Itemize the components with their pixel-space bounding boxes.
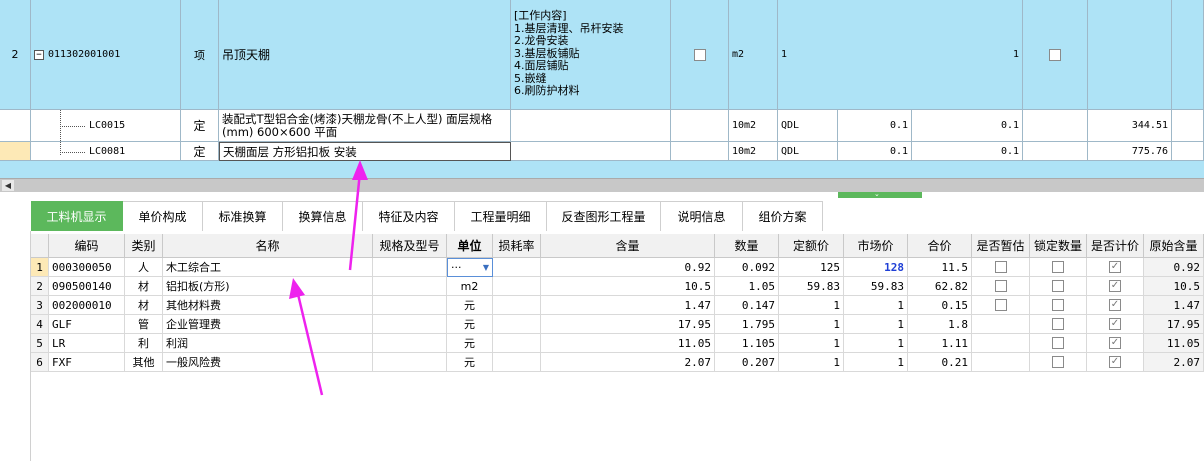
annotation-arrows (289, 160, 368, 396)
arrow-shaft (348, 171, 362, 271)
arrow-head (352, 160, 368, 180)
arrow-shaft (295, 289, 324, 396)
arrow-head (289, 278, 305, 299)
arrow-annotation (295, 171, 362, 396)
